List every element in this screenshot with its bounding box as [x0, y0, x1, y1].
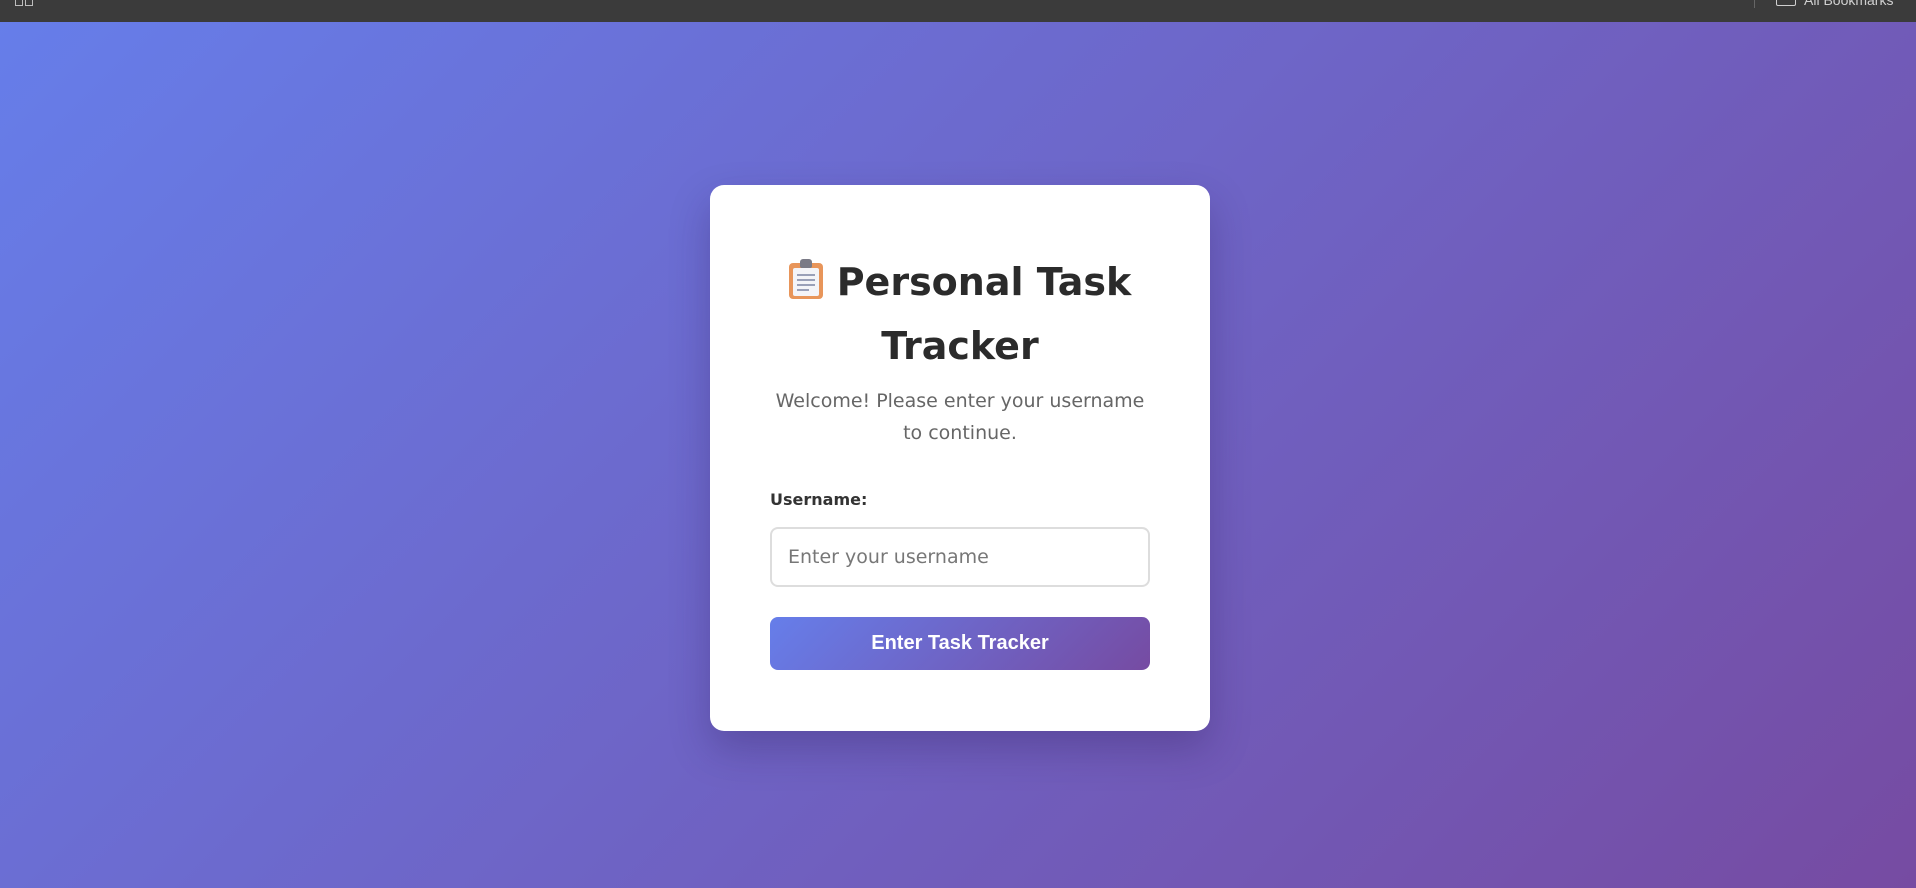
- page-title: Personal Task Tracker: [750, 250, 1170, 378]
- username-label: Username:: [770, 490, 868, 509]
- all-bookmarks-label: All Bookmarks: [1804, 0, 1894, 8]
- username-input[interactable]: [770, 527, 1150, 587]
- all-bookmarks-button[interactable]: All Bookmarks: [1776, 0, 1894, 8]
- bookmarks-divider: [1754, 0, 1755, 8]
- page-title-text: Personal Task Tracker: [836, 260, 1132, 368]
- login-card: Personal Task Tracker Welcome! Please en…: [710, 185, 1210, 731]
- enter-task-tracker-button[interactable]: Enter Task Tracker: [770, 617, 1150, 670]
- browser-bookmarks-bar: All Bookmarks: [0, 0, 1916, 22]
- welcome-message: Welcome! Please enter your username to c…: [775, 390, 1145, 444]
- apps-grid-icon[interactable]: [15, 0, 35, 8]
- folder-icon: [1776, 0, 1796, 6]
- clipboard-icon: [788, 259, 823, 299]
